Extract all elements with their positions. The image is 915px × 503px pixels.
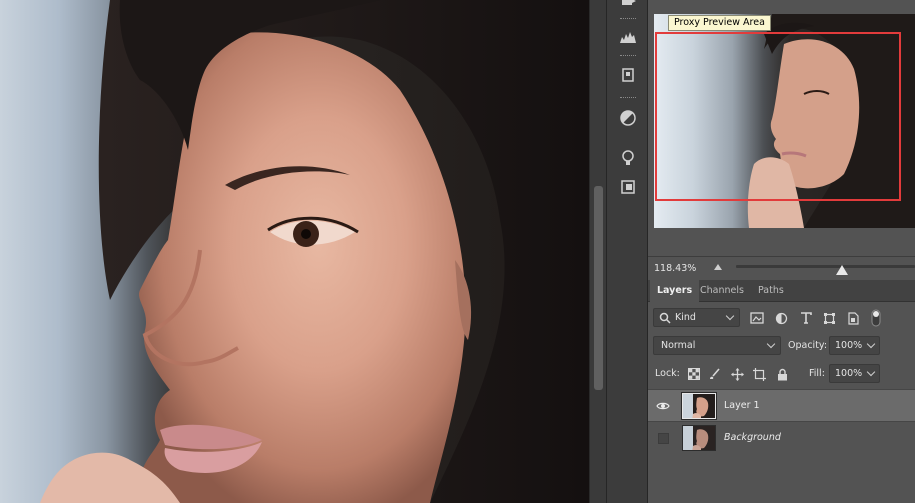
blend-mode-select[interactable]: Normal <box>653 336 781 355</box>
frame-icon[interactable] <box>615 174 640 199</box>
scrollbar-thumb[interactable] <box>594 186 603 390</box>
zoom-value[interactable]: 118.43% <box>654 263 696 274</box>
search-icon <box>659 312 671 324</box>
layers-panel: Layers Channels Paths Kind Normal Opacit… <box>648 280 915 503</box>
filter-type-icon[interactable] <box>797 309 815 327</box>
filter-smart-object-icon[interactable] <box>844 309 862 327</box>
blend-opacity-row: Normal Opacity: 100% <box>648 334 915 358</box>
histogram-icon[interactable] <box>615 24 640 49</box>
tab-paths[interactable]: Paths <box>751 280 791 302</box>
lock-artboard-icon[interactable] <box>751 366 767 382</box>
3d-cube-icon[interactable] <box>615 62 640 87</box>
canvas-photo <box>40 0 589 503</box>
chevron-down-icon <box>725 311 735 321</box>
panel-grip[interactable] <box>620 18 636 20</box>
layer-visibility-toggle[interactable] <box>654 397 672 415</box>
visibility-off-box <box>657 432 669 444</box>
right-panel: Proxy Preview Area 118.43% Layers Channe… <box>648 0 915 503</box>
opacity-field[interactable]: 100% <box>829 336 880 355</box>
lightbulb-icon[interactable] <box>615 145 640 170</box>
canvas-vertical-scrollbar[interactable] <box>589 0 606 503</box>
panel-tabs: Layers Channels Paths <box>648 280 915 302</box>
adjustments-icon[interactable] <box>615 105 640 130</box>
layer-filter-row: Kind <box>648 306 915 330</box>
proxy-view-rectangle[interactable] <box>655 32 901 201</box>
opacity-label: Opacity: <box>788 340 828 351</box>
lock-image-pixels-icon[interactable] <box>707 366 723 382</box>
tab-layers[interactable]: Layers <box>650 280 700 302</box>
layer-thumbnail[interactable] <box>681 392 717 420</box>
filter-pixel-icon[interactable] <box>748 309 766 327</box>
zoom-slider-handle[interactable] <box>835 265 848 275</box>
fill-label: Fill: <box>809 368 825 379</box>
layer-visibility-toggle[interactable] <box>654 429 672 447</box>
layer-row-layer-1[interactable]: Layer 1 <box>648 389 915 421</box>
lock-position-icon[interactable] <box>729 366 745 382</box>
fill-field[interactable]: 100% <box>829 364 880 383</box>
layer-name[interactable]: Background <box>724 432 781 443</box>
lock-all-icon[interactable] <box>774 366 790 382</box>
lock-fill-row: Lock: Fill: 100% <box>648 363 915 385</box>
filter-toggle-icon[interactable] <box>867 309 885 327</box>
layer-row-background[interactable]: Background <box>648 421 915 453</box>
lock-transparent-pixels-icon[interactable] <box>686 366 702 382</box>
layer-name[interactable]: Layer 1 <box>724 400 760 411</box>
panel-grip[interactable] <box>620 97 636 99</box>
panel-icon-strip <box>606 0 648 503</box>
panel-grip[interactable] <box>620 55 636 57</box>
filter-shape-icon[interactable] <box>820 309 838 327</box>
tab-channels[interactable]: Channels <box>693 280 751 302</box>
zoom-slider-track[interactable] <box>736 265 915 268</box>
move-icon[interactable] <box>615 0 640 13</box>
navigator-zoom-row: 118.43% <box>648 256 915 280</box>
chevron-down-icon <box>766 339 776 349</box>
eye-icon <box>656 402 670 410</box>
navigator-panel: Proxy Preview Area <box>648 0 915 256</box>
filter-kind-select[interactable]: Kind <box>653 308 740 327</box>
filter-adjustment-icon[interactable] <box>772 309 790 327</box>
zoom-out-mountain-icon[interactable] <box>714 264 722 270</box>
lock-label: Lock: <box>655 368 680 379</box>
chevron-down-icon <box>866 367 876 377</box>
chevron-down-icon <box>866 339 876 349</box>
document-canvas[interactable] <box>0 0 589 503</box>
layer-thumbnail[interactable] <box>682 425 716 451</box>
proxy-preview-tooltip: Proxy Preview Area <box>668 15 771 31</box>
